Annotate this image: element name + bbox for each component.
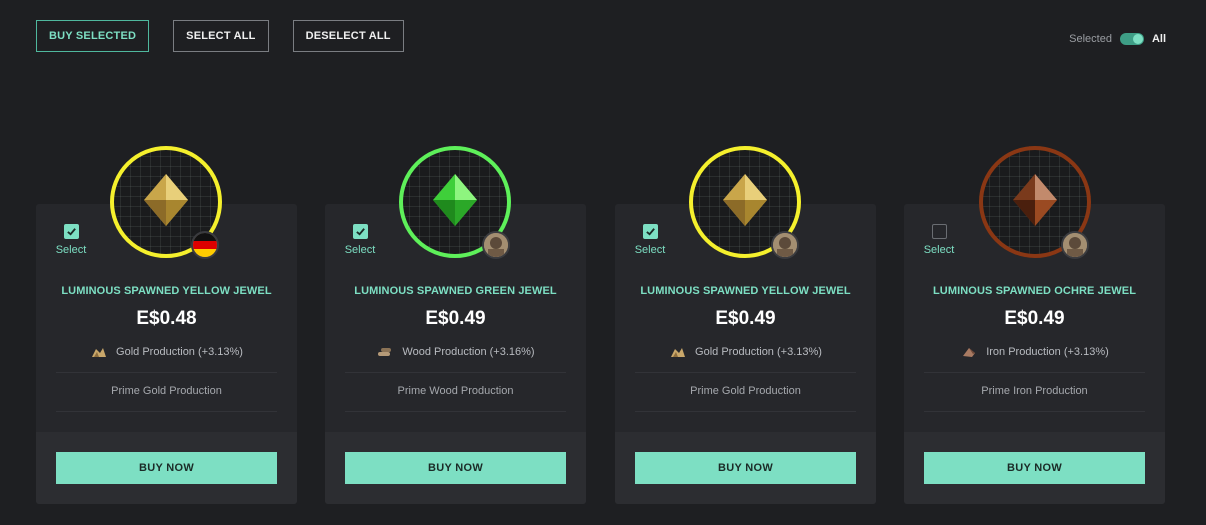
checkmark-icon — [63, 224, 79, 239]
filter-selected-label: Selected — [1069, 33, 1112, 45]
card-footer: BUY NOW — [36, 432, 297, 504]
buy-now-button[interactable]: BUY NOW — [924, 452, 1145, 484]
checkmark-icon — [352, 224, 368, 239]
prime-production: Prime Iron Production — [981, 385, 1088, 397]
buy-now-button[interactable]: BUY NOW — [345, 452, 566, 484]
card-footer: BUY NOW — [325, 432, 586, 504]
divider — [56, 372, 277, 373]
toggle-knob — [1132, 34, 1143, 44]
jewel-title: LUMINOUS SPAWNED YELLOW JEWEL — [61, 285, 272, 297]
iron-resource-icon — [963, 348, 976, 357]
divider — [635, 372, 856, 373]
select-label: Select — [344, 244, 376, 256]
select-checkbox[interactable]: Select — [634, 224, 666, 256]
production-row: Gold Production (+3.13%) — [615, 345, 876, 359]
production-row: Wood Production (+3.16%) — [325, 345, 586, 359]
divider — [635, 411, 856, 412]
select-all-button[interactable]: SELECT ALL — [173, 20, 269, 52]
owner-avatar-icon — [1061, 231, 1089, 259]
jewel-price: E$0.49 — [715, 308, 776, 329]
divider — [345, 411, 566, 412]
filter-toggle[interactable] — [1119, 33, 1144, 45]
production-row: Gold Production (+3.13%) — [36, 345, 297, 359]
gold-resource-icon — [92, 348, 107, 357]
prime-production: Prime Gold Production — [111, 385, 222, 397]
filter-all-label: All — [1151, 33, 1166, 45]
buy-selected-button[interactable]: BUY SELECTED — [36, 20, 150, 52]
buy-now-button[interactable]: BUY NOW — [635, 452, 856, 484]
owner-avatar-icon — [482, 231, 510, 259]
divider — [924, 372, 1145, 373]
select-label: Select — [923, 244, 955, 256]
jewel-title: LUMINOUS SPAWNED YELLOW JEWEL — [640, 285, 851, 297]
production-label: Iron Production (+3.13%) — [986, 346, 1109, 358]
selected-all-filter: Selected All — [1069, 33, 1166, 45]
select-checkbox[interactable]: Select — [55, 224, 87, 256]
production-row: Iron Production (+3.13%) — [904, 345, 1165, 359]
production-label: Gold Production (+3.13%) — [695, 346, 822, 358]
select-label: Select — [55, 244, 87, 256]
toolbar: BUY SELECTED SELECT ALL DESELECT ALL — [36, 20, 404, 52]
checkbox-empty-icon — [931, 224, 947, 239]
checkmark-icon — [642, 224, 658, 239]
jewel-price: E$0.49 — [1004, 308, 1065, 329]
jewel-title: LUMINOUS SPAWNED OCHRE JEWEL — [932, 285, 1137, 297]
select-label: Select — [634, 244, 666, 256]
jewel-price: E$0.48 — [136, 308, 197, 329]
card-footer: BUY NOW — [615, 432, 876, 504]
divider — [56, 411, 277, 412]
germany-flag-icon — [191, 231, 219, 259]
jewel-title: LUMINOUS SPAWNED GREEN JEWEL — [354, 285, 557, 297]
production-label: Wood Production (+3.16%) — [402, 346, 535, 358]
jewel-price: E$0.49 — [425, 308, 486, 329]
prime-production: Prime Gold Production — [690, 385, 801, 397]
divider — [345, 372, 566, 373]
select-checkbox[interactable]: Select — [344, 224, 376, 256]
select-checkbox[interactable]: Select — [923, 224, 955, 256]
owner-avatar-icon — [771, 231, 799, 259]
production-label: Gold Production (+3.13%) — [116, 346, 243, 358]
card-footer: BUY NOW — [904, 432, 1165, 504]
prime-production: Prime Wood Production — [397, 385, 514, 397]
wood-resource-icon — [378, 348, 392, 356]
divider — [924, 411, 1145, 412]
buy-now-button[interactable]: BUY NOW — [56, 452, 277, 484]
deselect-all-button[interactable]: DESELECT ALL — [292, 20, 404, 52]
gold-resource-icon — [671, 348, 686, 357]
